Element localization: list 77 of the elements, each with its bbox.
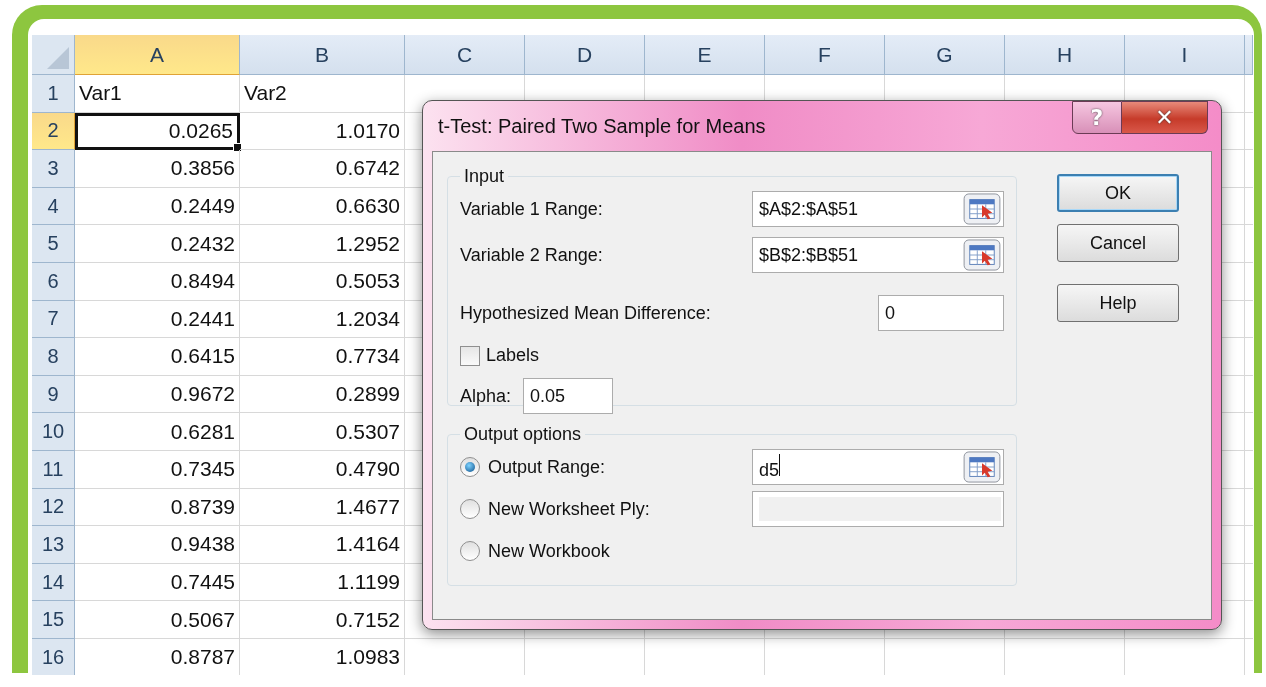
input-field[interactable]: 0.05: [523, 378, 614, 414]
row-header[interactable]: 5: [32, 225, 75, 263]
table-cell[interactable]: 0.2449: [75, 187, 240, 226]
table-cell[interactable]: 1.1199: [240, 563, 405, 602]
column-header[interactable]: I: [1125, 35, 1245, 75]
row-header[interactable]: 16: [32, 638, 75, 675]
table-cell[interactable]: 0.3856: [75, 150, 240, 188]
row-header[interactable]: 1: [32, 75, 75, 113]
table-cell[interactable]: 1.0170: [240, 112, 405, 151]
table-cell[interactable]: 1.0983: [240, 638, 405, 675]
field-label: Hypothesized Mean Difference:: [460, 302, 711, 324]
range-field[interactable]: $B$2:$B$51: [752, 237, 1004, 273]
table-cell[interactable]: Var1: [75, 75, 240, 113]
table-cell[interactable]: 1.4164: [240, 526, 405, 564]
table-cell[interactable]: 0.8739: [75, 488, 240, 527]
table-cell[interactable]: 0.7345: [75, 450, 240, 489]
field-label: Alpha:: [460, 385, 512, 407]
row-header[interactable]: 2: [32, 112, 75, 151]
table-cell[interactable]: 0.6742: [240, 150, 405, 188]
input-field[interactable]: 0: [878, 295, 1004, 331]
row-header[interactable]: 10: [32, 413, 75, 451]
range-field[interactable]: d5: [752, 449, 1004, 485]
radio-label: New Worksheet Ply:: [488, 498, 650, 520]
column-header[interactable]: C: [405, 35, 525, 75]
row-header[interactable]: 9: [32, 375, 75, 414]
table-cell[interactable]: 0.5307: [240, 413, 405, 451]
table-cell[interactable]: 0.8494: [75, 262, 240, 301]
row-header[interactable]: 3: [32, 150, 75, 188]
close-button[interactable]: ✕: [1122, 101, 1208, 134]
table-cell[interactable]: 1.2034: [240, 300, 405, 339]
column-header[interactable]: E: [645, 35, 765, 75]
table-cell[interactable]: 0.7445: [75, 563, 240, 602]
column-header[interactable]: A: [75, 35, 240, 75]
table-cell[interactable]: 0.5067: [75, 601, 240, 639]
table-cell[interactable]: Var2: [240, 75, 405, 113]
table-cell[interactable]: 0.6281: [75, 413, 240, 451]
table-cell[interactable]: 0.6630: [240, 187, 405, 226]
table-cell[interactable]: 1.4677: [240, 488, 405, 527]
dialog-button[interactable]: Cancel: [1057, 224, 1179, 262]
row-header[interactable]: 13: [32, 526, 75, 564]
window-title: t-Test: Paired Two Sample for Means: [437, 114, 766, 138]
dialog-button[interactable]: OK: [1057, 174, 1179, 212]
row-header[interactable]: 7: [32, 300, 75, 339]
column-header[interactable]: D: [525, 35, 645, 75]
table-cell[interactable]: 0.4790: [240, 450, 405, 489]
table-cell[interactable]: 0.9672: [75, 375, 240, 414]
radio-label: Output Range:: [488, 456, 606, 478]
table-cell[interactable]: 0.6415: [75, 338, 240, 376]
row-header[interactable]: 11: [32, 450, 75, 489]
table-cell[interactable]: 0.2432: [75, 225, 240, 263]
field-label: Variable 1 Range:: [460, 198, 603, 220]
range-field[interactable]: $A$2:$A$51: [752, 191, 1004, 227]
table-cell[interactable]: 0.5053: [240, 262, 405, 301]
row-header[interactable]: 6: [32, 262, 75, 301]
row-header[interactable]: 4: [32, 187, 75, 226]
column-header[interactable]: H: [1005, 35, 1125, 75]
table-cell[interactable]: 0.2441: [75, 300, 240, 339]
column-header[interactable]: G: [885, 35, 1005, 75]
table-cell[interactable]: 0.9438: [75, 526, 240, 564]
column-header[interactable]: F: [765, 35, 885, 75]
group-label: Output options: [463, 424, 583, 445]
table-cell[interactable]: 0.2899: [240, 375, 405, 414]
dialog-button[interactable]: Help: [1057, 284, 1179, 322]
checkbox-label: Labels: [486, 345, 540, 366]
group-label: Input: [463, 166, 506, 187]
row-header[interactable]: 8: [32, 338, 75, 376]
row-header[interactable]: 14: [32, 563, 75, 602]
table-cell[interactable]: 0.7152: [240, 601, 405, 639]
row-header[interactable]: 15: [32, 601, 75, 639]
radio-label: New Workbook: [488, 540, 610, 562]
row-header[interactable]: 12: [32, 488, 75, 527]
table-cell[interactable]: 1.2952: [240, 225, 405, 263]
table-cell[interactable]: 0.8787: [75, 638, 240, 675]
table-cell[interactable]: 0.7734: [240, 338, 405, 376]
field-label: Variable 2 Range:: [460, 244, 603, 266]
table-cell[interactable]: 0.0265: [75, 112, 240, 151]
column-header[interactable]: B: [240, 35, 405, 75]
